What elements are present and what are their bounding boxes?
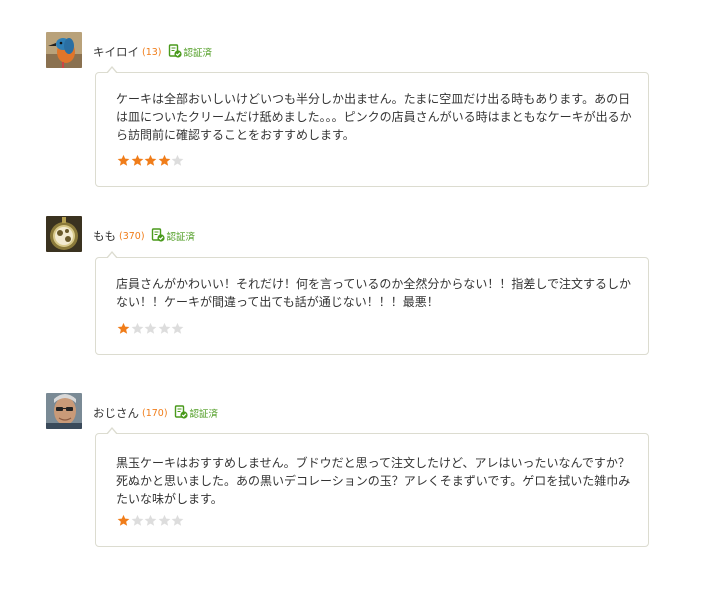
reviewer-info: もも (370) 認証済: [93, 227, 196, 246]
review-item: おじさん (170) 認証済 黒玉ケーキはおすすめしません。ブドウだと思って注文…: [46, 393, 650, 548]
verified-check-icon: [151, 227, 165, 246]
review-count: (170): [142, 407, 168, 419]
reviewer-name[interactable]: キイロイ: [93, 44, 139, 60]
man-with-glasses-avatar[interactable]: [46, 393, 82, 429]
star-rating: [117, 154, 185, 167]
star-empty-icon: [144, 322, 157, 335]
reviewer-info: おじさん (170) 認証済: [93, 404, 219, 423]
verified-badge: 認証済: [174, 404, 219, 423]
review-bubble: 黒玉ケーキはおすすめしません。ブドウだと思って注文したけど、アレはいったいなんで…: [95, 427, 649, 547]
verified-label: 認証済: [183, 48, 213, 59]
star-rating: [117, 514, 185, 527]
star-empty-icon: [144, 514, 157, 527]
star-filled-icon: [144, 154, 157, 167]
kingfisher-bird-avatar[interactable]: [46, 32, 82, 68]
review-count: (370): [119, 230, 145, 242]
verified-label: 認証済: [189, 409, 219, 420]
review-bubble: ケーキは全部おいしいけどいつも半分しか出ません。たまに空皿だけ出る時もあります。…: [95, 66, 649, 187]
star-filled-icon: [158, 154, 171, 167]
star-empty-icon: [158, 322, 171, 335]
star-filled-icon: [131, 154, 144, 167]
review-count: (13): [142, 46, 162, 58]
review-bubble: 店員さんがかわいい！それだけ！何を言っているのか全然分からない！！指差しで注文す…: [95, 251, 649, 355]
verified-label: 認証済: [166, 232, 196, 243]
star-rating: [117, 322, 185, 335]
verified-check-icon: [174, 404, 188, 423]
reviewer-name[interactable]: おじさん: [93, 405, 139, 421]
review-item: もも (370) 認証済 店員さんがかわいい！それだけ！何を言っているのか全然分…: [46, 216, 650, 366]
star-filled-icon: [117, 154, 130, 167]
star-empty-icon: [171, 514, 184, 527]
verified-check-icon: [168, 43, 182, 62]
reviewer-name[interactable]: もも: [93, 228, 116, 244]
review-item: キイロイ (13) 認証済 ケーキは全部おいしいけどいつも半分しか出ません。たま…: [46, 32, 650, 188]
star-empty-icon: [158, 514, 171, 527]
star-empty-icon: [131, 322, 144, 335]
reviewer-info: キイロイ (13) 認証済: [93, 43, 213, 62]
star-filled-icon: [117, 514, 130, 527]
star-empty-icon: [171, 154, 184, 167]
verified-badge: 認証済: [151, 227, 196, 246]
star-empty-icon: [171, 322, 184, 335]
star-filled-icon: [117, 322, 130, 335]
pocket-watch-avatar[interactable]: [46, 216, 82, 252]
star-empty-icon: [131, 514, 144, 527]
review-text: 店員さんがかわいい！それだけ！何を言っているのか全然分からない！！指差しで注文す…: [116, 277, 632, 309]
review-text: 黒玉ケーキはおすすめしません。ブドウだと思って注文したけど、アレはいったいなんで…: [116, 456, 631, 506]
review-text: ケーキは全部おいしいけどいつも半分しか出ません。たまに空皿だけ出る時もあります。…: [116, 92, 632, 142]
verified-badge: 認証済: [168, 43, 213, 62]
